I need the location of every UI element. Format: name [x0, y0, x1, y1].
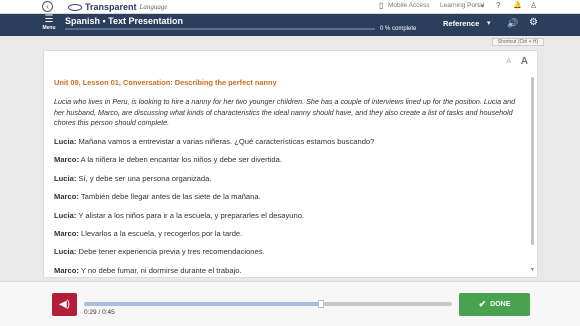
content-panel: A A Unit 09, Lesson 01, Conversation: De…: [43, 50, 538, 278]
speaker-name: Marco:: [54, 192, 79, 202]
dialogue-line: Marco: Y no debe fumar, ni dormirse dura…: [54, 265, 524, 277]
volume-icon[interactable]: 🔊: [507, 18, 518, 29]
brand-sub: Language: [139, 3, 168, 11]
audio-time: 0:29 / 0:45: [84, 309, 115, 316]
lesson-progress-bar: [65, 28, 375, 30]
dialogue-line: Marco: Llevarlos a la escuela, y recoger…: [54, 229, 524, 247]
scroll-down-icon[interactable]: ▼: [530, 267, 535, 273]
bell-icon[interactable]: 🔔: [513, 1, 522, 9]
reference-button[interactable]: Reference: [443, 19, 479, 28]
user-icon[interactable]: ♙: [530, 1, 537, 10]
dialogue-line: Marco: A la niñera le deben encantar los…: [54, 155, 524, 173]
dialogue-text: Mañana vamos a entrevistar a varias niñe…: [76, 137, 375, 146]
page-title: Spanish • Text Presentation: [65, 16, 184, 26]
speaker-icon: ◀): [58, 299, 71, 310]
decrease-font-button[interactable]: A: [506, 58, 511, 65]
dialogue-text: Y alistar a los niños para ir a la escue…: [76, 210, 305, 220]
dialogue-line: Lucia: Mañana vamos a entrevistar a vari…: [54, 137, 524, 155]
progress-text: 0 % complete: [380, 26, 417, 32]
content-scrollbar[interactable]: [531, 77, 534, 245]
help-icon[interactable]: ?: [496, 1, 500, 10]
lesson-title: Unit 09, Lesson 01, Conversation: Descri…: [54, 78, 277, 87]
increase-font-button[interactable]: A: [521, 56, 528, 67]
dialogue-text: Y no debe fumar, ni dormirse durante el …: [78, 265, 242, 275]
chevron-down-icon[interactable]: ▾: [487, 19, 491, 27]
speaker-name: Marco:: [54, 265, 79, 275]
mobile-access-link[interactable]: Mobile Access: [388, 2, 430, 9]
bottom-bar: ◀) 0:29 / 0:45 ✔ DONE: [0, 281, 580, 326]
dialogue-text: Sí, y debe ser una persona organizada.: [76, 173, 212, 183]
menu-icon: ☰: [44, 14, 54, 25]
top-bar: ‹ Transparent Language ▯ Mobile Access L…: [0, 0, 580, 14]
menu-button[interactable]: ☰ Menu: [42, 14, 56, 32]
speaker-name: Marco:: [54, 228, 79, 238]
speaker-name: Lucia:: [54, 247, 77, 257]
check-icon: ✔: [478, 299, 487, 309]
audio-scrubber-handle[interactable]: [317, 300, 324, 308]
dialogue-text: A la niñera le deben encantar los niños …: [78, 155, 282, 165]
audio-scrubber[interactable]: [84, 300, 452, 308]
phone-icon: ▯: [379, 1, 384, 10]
gear-icon[interactable]: ⚙: [529, 17, 538, 28]
dialogue-line: Lucia: Sí, y debe ser una persona organi…: [54, 174, 524, 192]
dialogue-list: Lucia: Mañana vamos a entrevistar a vari…: [54, 137, 524, 277]
done-button[interactable]: ✔ DONE: [459, 293, 530, 316]
lesson-intro: Lucia who lives in Peru, is looking to h…: [54, 97, 516, 127]
speaker-name: Lucia:: [54, 173, 77, 183]
audio-progress-fill: [84, 302, 321, 306]
dialogue-text: Debe tener experiencia previa y tres rec…: [76, 247, 265, 257]
dialogue-line: Lucia: Debe tener experiencia previa y t…: [54, 247, 524, 265]
dialogue-text: Llevarlos a la escuela, y recogerlos por…: [78, 228, 243, 238]
brand-logo: Transparent Language: [68, 1, 168, 13]
logo-mark-icon: [68, 3, 82, 11]
dialogue-line: Lucia: Y alistar a los niños para ir a l…: [54, 211, 524, 229]
speaker-name: Lucia:: [54, 137, 77, 146]
back-icon[interactable]: ‹: [42, 1, 53, 12]
portal-chevron-icon[interactable]: ▾: [481, 2, 484, 10]
brand-name: Transparent: [85, 2, 137, 12]
speaker-name: Marco:: [54, 155, 79, 165]
done-label: DONE: [490, 301, 511, 308]
audio-play-button[interactable]: ◀): [52, 293, 77, 316]
lesson-header: ☰ Menu Spanish • Text Presentation 0 % c…: [0, 14, 580, 36]
dialogue-line: Marco: También debe llegar antes de las …: [54, 192, 524, 210]
menu-label: Menu: [42, 25, 56, 31]
learning-portal-link[interactable]: Learning Portal: [440, 2, 484, 9]
speaker-name: Lucia:: [54, 210, 77, 220]
shortcut-hint: Shortcut (Ctrl + H): [492, 38, 544, 46]
dialogue-text: También debe llegar antes de las siete d…: [78, 192, 261, 202]
